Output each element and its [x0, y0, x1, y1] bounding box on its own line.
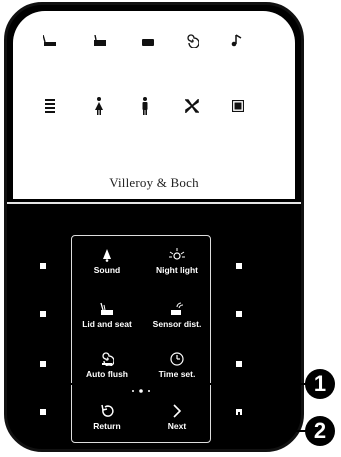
left-button-3[interactable]: [40, 361, 46, 367]
callout-leader-2: [238, 412, 240, 432]
menu-item-label: Night light: [155, 265, 198, 275]
menu-item-auto-flush[interactable]: Auto flush: [72, 352, 142, 379]
brand-logo: Villeroy & Boch: [109, 175, 199, 190]
menu-item-night-light[interactable]: Night light: [142, 248, 212, 275]
menu-item-sensor-dist[interactable]: Sensor dist.: [142, 302, 212, 329]
next-button[interactable]: Next: [142, 404, 212, 431]
right-button-3[interactable]: [236, 361, 242, 367]
menu-item-sound[interactable]: Sound: [72, 248, 142, 275]
seat-heat-icon[interactable]: [45, 99, 55, 113]
clock-icon: [170, 352, 184, 366]
music-note-icon[interactable]: [231, 33, 243, 47]
display-menu: Sound Night light Lid and seat Sensor di…: [71, 235, 211, 443]
menu-item-label: Auto flush: [85, 369, 129, 379]
menu-item-label: Time set.: [158, 369, 196, 379]
fan-icon[interactable]: [185, 99, 199, 113]
right-button-1[interactable]: [236, 263, 242, 269]
lid-open-icon[interactable]: [43, 35, 57, 47]
left-button-1[interactable]: [40, 263, 46, 269]
menu-item-label: Lid and seat: [82, 319, 132, 329]
sensor-icon: [171, 302, 184, 315]
auto-flush-icon: [102, 352, 114, 366]
spiral-icon[interactable]: [185, 34, 199, 48]
callout-line-2: [238, 430, 308, 432]
light-icon: [169, 248, 185, 260]
stop-icon[interactable]: [232, 100, 244, 112]
lid-closed-icon[interactable]: [93, 35, 107, 47]
next-label: Next: [167, 421, 187, 431]
man-icon[interactable]: [140, 97, 150, 115]
return-button[interactable]: Return: [72, 404, 142, 431]
callout-line-1: [38, 383, 308, 385]
callout-leader-1: [38, 383, 40, 407]
right-button-2[interactable]: [236, 311, 242, 317]
top-control-panel: Villeroy & Boch: [13, 11, 295, 199]
menu-item-label: Sound: [93, 265, 121, 275]
callout-1: 1: [305, 369, 335, 399]
menu-item-label: Sensor dist.: [152, 319, 202, 329]
left-button-2[interactable]: [40, 311, 46, 317]
return-label: Return: [93, 421, 121, 431]
panel-divider: [7, 202, 301, 204]
page-indicator: [132, 389, 150, 393]
menu-item-time-set[interactable]: Time set.: [142, 352, 212, 379]
lid-seat-icon: [100, 302, 113, 315]
woman-icon[interactable]: [94, 97, 104, 115]
return-icon: [101, 404, 114, 417]
flush-icon[interactable]: [141, 35, 155, 47]
menu-item-lid-and-seat[interactable]: Lid and seat: [72, 302, 142, 329]
chevron-right-icon: [173, 404, 182, 418]
callout-2: 2: [305, 416, 335, 446]
bell-icon: [103, 249, 111, 262]
left-button-4[interactable]: [40, 409, 46, 415]
